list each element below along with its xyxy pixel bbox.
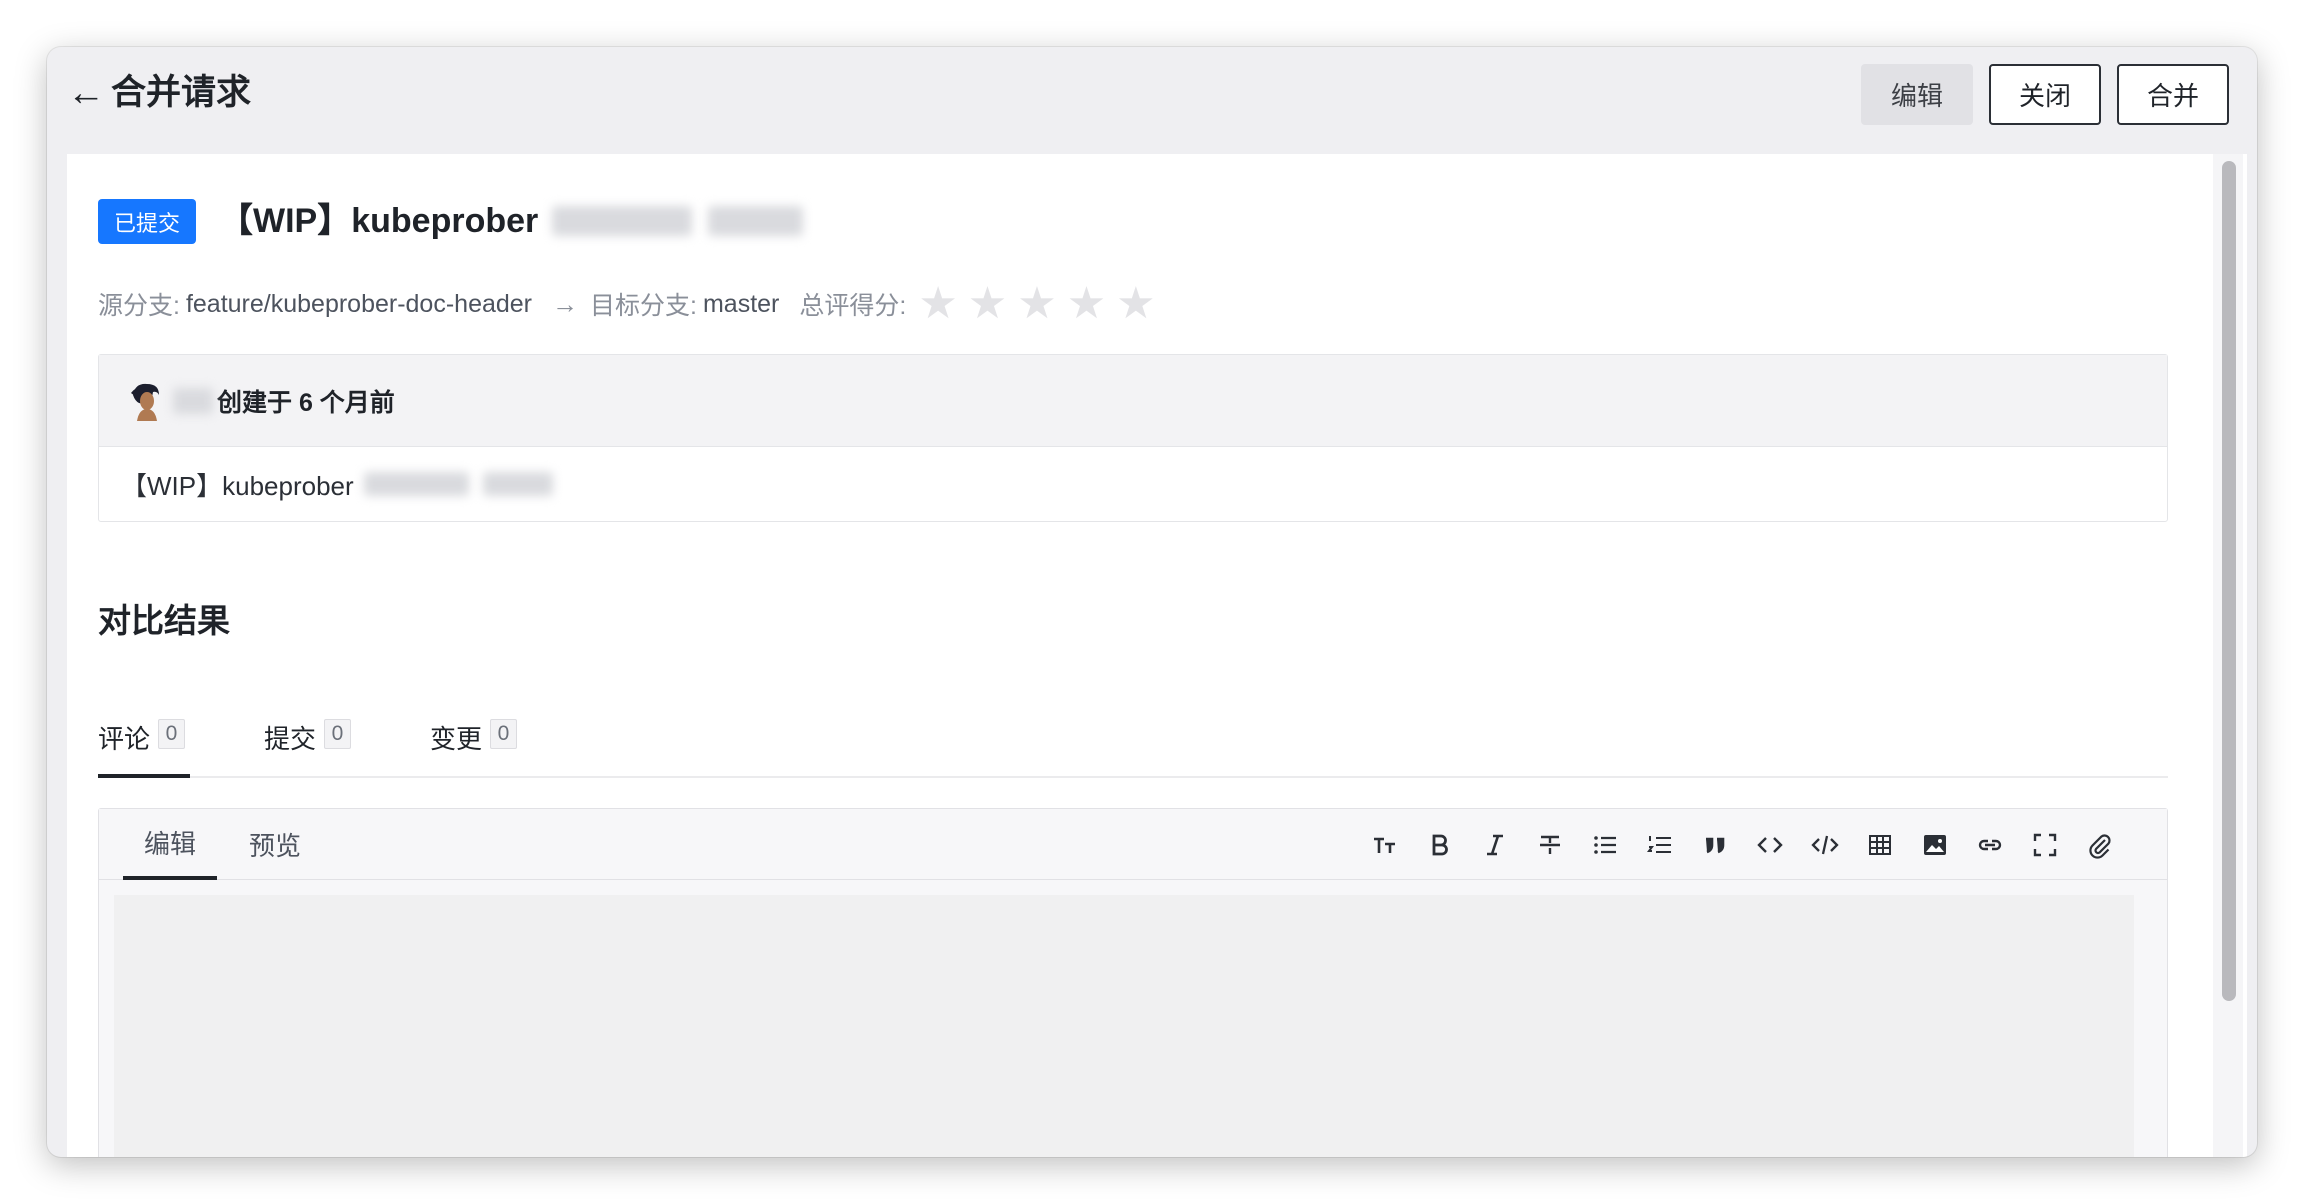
tab-changes[interactable]: 变更 0: [430, 709, 518, 778]
target-branch-value: master: [702, 289, 780, 318]
edit-button[interactable]: 编辑: [1861, 64, 1973, 125]
fullscreen-icon[interactable]: [2017, 825, 2072, 865]
rating-stars: ★ ★ ★ ★ ★: [918, 282, 1165, 326]
source-branch-label: 源分支:: [98, 292, 180, 320]
merge-button[interactable]: 合并: [2117, 64, 2229, 125]
arrow-right-icon: →: [552, 288, 579, 319]
tab-comments[interactable]: 评论 0: [98, 709, 190, 778]
scrollbar-thumb[interactable]: [2222, 161, 2236, 1001]
redacted-description-part: [482, 472, 553, 496]
page-title: 合并请求: [111, 73, 252, 112]
italic-icon[interactable]: [1467, 825, 1522, 865]
mr-title-text: 【WIP】kubeprober: [219, 202, 539, 240]
tab-commits[interactable]: 提交 0: [264, 709, 352, 778]
inline-code-icon[interactable]: [1742, 825, 1797, 865]
star-icon[interactable]: ★: [918, 282, 957, 326]
editor-tab-preview[interactable]: 预览: [249, 809, 301, 880]
numbered-list-icon[interactable]: [1632, 825, 1687, 865]
table-icon[interactable]: [1852, 825, 1907, 865]
merge-request-window: ← 合并请求 编辑 关闭 合并 已提交 【WIP】kubeprober 源分支:…: [47, 47, 2257, 1157]
strikethrough-icon[interactable]: [1522, 825, 1577, 865]
link-icon[interactable]: [1962, 825, 2017, 865]
editor-tab-edit[interactable]: 编辑: [123, 809, 217, 880]
source-branch-value: feature/kubeprober-doc-header: [185, 289, 533, 318]
text-size-icon[interactable]: [1357, 825, 1412, 865]
page-header: ← 合并请求 编辑 关闭 合并: [47, 47, 2257, 154]
mr-title: 【WIP】kubeprober: [219, 196, 804, 246]
tab-label: 评论: [98, 724, 151, 754]
code-block-icon[interactable]: [1797, 825, 1852, 865]
count-badge: 0: [324, 719, 352, 749]
redacted-description-part: [363, 472, 469, 496]
image-icon[interactable]: [1907, 825, 1962, 865]
count-badge: 0: [158, 719, 186, 749]
attachment-icon[interactable]: [2072, 825, 2127, 865]
editor-toolbar: 编辑 预览: [99, 809, 2167, 880]
compare-section-title: 对比结果: [98, 602, 230, 639]
back-arrow-icon: ←: [67, 72, 105, 114]
count-badge: 0: [490, 719, 518, 749]
star-icon[interactable]: ★: [1017, 282, 1056, 326]
tab-label: 提交: [264, 724, 317, 754]
redacted-title-part: [708, 206, 804, 236]
bullet-list-icon[interactable]: [1577, 825, 1632, 865]
status-badge: 已提交: [98, 199, 196, 244]
created-time-text: 创建于 6 个月前: [217, 388, 395, 417]
avatar[interactable]: [127, 381, 163, 421]
star-icon[interactable]: ★: [1116, 282, 1155, 326]
back-button[interactable]: ← 合并请求: [67, 69, 251, 117]
tab-label: 变更: [430, 724, 483, 754]
comment-editor: 编辑 预览: [98, 808, 2168, 1157]
star-icon[interactable]: ★: [968, 282, 1007, 326]
score-label: 总评得分:: [799, 292, 907, 320]
compare-tabs: 评论 0 提交 0 变更 0: [98, 709, 2168, 778]
redacted-author-name: [173, 387, 213, 414]
redacted-title-part: [552, 206, 693, 236]
branch-meta: 源分支: feature/kubeprober-doc-header → 目标分…: [98, 282, 1166, 326]
description-text: 【WIP】kubeprober: [121, 470, 354, 501]
star-icon[interactable]: ★: [1067, 282, 1106, 326]
mr-info-card: 创建于 6 个月前 【WIP】kubeprober: [98, 354, 2168, 522]
quote-icon[interactable]: [1687, 825, 1742, 865]
author-row: 创建于 6 个月前: [99, 355, 2167, 447]
close-button[interactable]: 关闭: [1989, 64, 2101, 125]
bold-icon[interactable]: [1412, 825, 1467, 865]
formatting-tools: [1357, 809, 2127, 880]
content-panel: 已提交 【WIP】kubeprober 源分支: feature/kubepro…: [67, 154, 2247, 1157]
mr-description: 【WIP】kubeprober: [99, 447, 2167, 521]
comment-textarea[interactable]: [114, 895, 2134, 1157]
target-branch-label: 目标分支:: [590, 292, 697, 320]
